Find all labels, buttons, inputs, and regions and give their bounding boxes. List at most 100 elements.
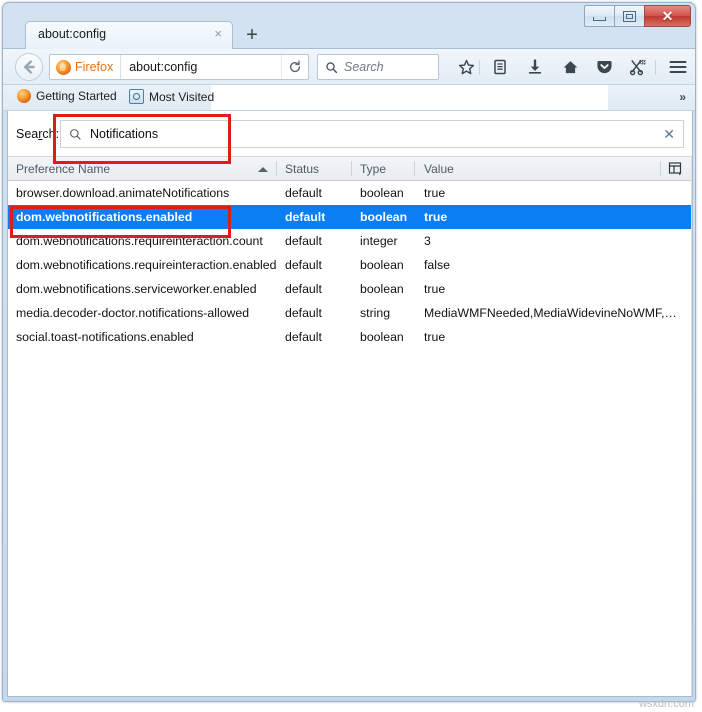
about-config-page: Search: Notifications ✕ Preference Name …	[7, 111, 693, 697]
pref-type-cell: boolean	[360, 210, 408, 224]
pref-status-cell: default	[285, 282, 322, 296]
pref-name-cell: media.decoder-doctor.notifications-allow…	[16, 306, 250, 320]
prefs-search-label: Search:	[16, 127, 60, 141]
library-glyph	[494, 59, 506, 75]
search-placeholder: Search	[344, 60, 384, 74]
pref-name-cell: dom.webnotifications.requireinteraction.…	[16, 258, 277, 272]
pref-status-cell: default	[285, 234, 322, 248]
reload-button[interactable]	[281, 55, 308, 79]
firefox-icon	[56, 59, 71, 75]
hamburger-glyph	[669, 60, 687, 74]
url-text[interactable]: about:config	[121, 60, 281, 74]
table-row[interactable]: browser.download.animateNotifications def…	[8, 181, 692, 205]
pocket-glyph	[596, 60, 612, 74]
column-header-type[interactable]: Type	[360, 162, 386, 176]
pref-status-cell: default	[285, 186, 322, 200]
column-header-value[interactable]: Value	[424, 162, 454, 176]
restore-icon	[623, 10, 636, 22]
pref-status-cell: default	[285, 306, 322, 320]
most-visited-icon	[129, 89, 144, 104]
tab-close-icon[interactable]: ×	[214, 27, 222, 40]
pref-value-cell: true	[424, 210, 448, 224]
pref-name-cell: dom.webnotifications.enabled	[16, 210, 193, 224]
table-row[interactable]: media.decoder-doctor.notifications-allow…	[8, 301, 692, 325]
toolbar-separator	[479, 60, 480, 75]
bookmark-label: Getting Started	[36, 89, 117, 103]
pref-name-cell: dom.webnotifications.serviceworker.enabl…	[16, 282, 257, 296]
header-separator	[351, 161, 352, 176]
pref-status-cell: default	[285, 330, 322, 344]
screenshot-icon[interactable]	[625, 54, 651, 80]
column-picker-icon[interactable]	[668, 161, 684, 177]
column-header-preference-name[interactable]: Preference Name	[16, 162, 110, 176]
new-tab-button[interactable]: +	[239, 25, 265, 49]
home-glyph	[563, 60, 577, 73]
header-separator	[660, 161, 661, 176]
pref-value-cell: true	[424, 186, 446, 200]
pref-value-cell: 3	[424, 234, 431, 248]
scissors-glyph	[629, 59, 646, 75]
menu-icon[interactable]	[665, 54, 691, 80]
bookmarks-bar: Getting Started Most Visited »	[3, 85, 695, 111]
library-icon[interactable]	[487, 54, 513, 80]
back-button[interactable]	[15, 53, 43, 81]
minimize-icon	[593, 16, 606, 21]
bookmarks-overflow-chevron-icon[interactable]: »	[679, 90, 686, 104]
table-row[interactable]: dom.webnotifications.requireinteraction.…	[8, 253, 692, 277]
pref-type-cell: integer	[360, 234, 398, 248]
reload-icon	[289, 60, 301, 73]
prefs-search-input[interactable]: Notifications ✕	[60, 120, 684, 148]
pref-value-cell: true	[424, 330, 446, 344]
back-arrow-icon	[24, 60, 35, 74]
pref-value-cell: MediaWMFNeeded,MediaWidevineNoWMF,Media…	[424, 306, 686, 320]
tab-about-config[interactable]: about:config ×	[25, 21, 233, 49]
pocket-icon[interactable]	[591, 54, 617, 80]
home-icon[interactable]	[557, 54, 583, 80]
pref-type-cell: boolean	[360, 330, 404, 344]
clear-search-icon[interactable]: ✕	[663, 127, 675, 141]
table-row[interactable]: dom.webnotifications.serviceworker.enabl…	[8, 277, 692, 301]
column-picker-glyph	[668, 162, 682, 176]
pref-status-cell: default	[285, 210, 326, 224]
pref-value-cell: true	[424, 282, 446, 296]
table-row-selected[interactable]: dom.webnotifications.enabled default boole…	[8, 205, 692, 229]
url-bar[interactable]: Firefox about:config	[49, 54, 309, 80]
pref-name-cell: social.toast-notifications.enabled	[16, 330, 194, 344]
identity-badge[interactable]: Firefox	[50, 55, 122, 79]
download-arrow-glyph	[528, 59, 542, 74]
header-separator	[414, 161, 415, 176]
search-icon	[326, 61, 338, 73]
prefs-search-value: Notifications	[90, 127, 159, 141]
pref-type-cell: boolean	[360, 258, 404, 272]
pref-type-cell: string	[360, 306, 391, 320]
sort-ascending-icon	[258, 167, 268, 172]
pref-name-cell: browser.download.animateNotifications	[16, 186, 230, 200]
tab-strip: about:config × +	[3, 21, 695, 49]
pref-type-cell: boolean	[360, 186, 404, 200]
toolbar-separator-2	[655, 60, 656, 75]
bookmark-most-visited[interactable]: Most Visited	[129, 89, 214, 104]
browser-window: ✕ about:config × + Firefox about:config	[2, 2, 696, 702]
watermark: wsxdn.com	[638, 698, 694, 710]
bookmarks-bar-empty-area	[211, 85, 608, 110]
search-input[interactable]: Search	[317, 54, 439, 80]
table-row[interactable]: dom.webnotifications.requireinteraction.…	[8, 229, 692, 253]
firefox-icon	[17, 89, 31, 103]
star-glyph	[458, 59, 474, 74]
column-header-status[interactable]: Status	[285, 162, 319, 176]
pref-type-cell: boolean	[360, 282, 404, 296]
prefs-table-header: Preference Name Status Type Value	[8, 157, 692, 181]
table-row[interactable]: social.toast-notifications.enabled defaul…	[8, 325, 692, 349]
bookmark-getting-started[interactable]: Getting Started	[17, 89, 117, 103]
downloads-icon[interactable]	[522, 54, 548, 80]
prefs-table-body[interactable]: browser.download.animateNotifications def…	[8, 181, 692, 696]
bookmark-label: Most Visited	[149, 89, 215, 104]
pref-status-cell: default	[285, 258, 322, 272]
star-icon[interactable]	[453, 54, 479, 80]
tab-title: about:config	[38, 27, 107, 41]
header-separator	[276, 161, 277, 176]
navigation-toolbar: Firefox about:config Search	[3, 49, 695, 85]
identity-label: Firefox	[75, 60, 114, 74]
search-icon	[70, 128, 81, 140]
prefs-search-row: Search: Notifications ✕	[8, 111, 692, 157]
